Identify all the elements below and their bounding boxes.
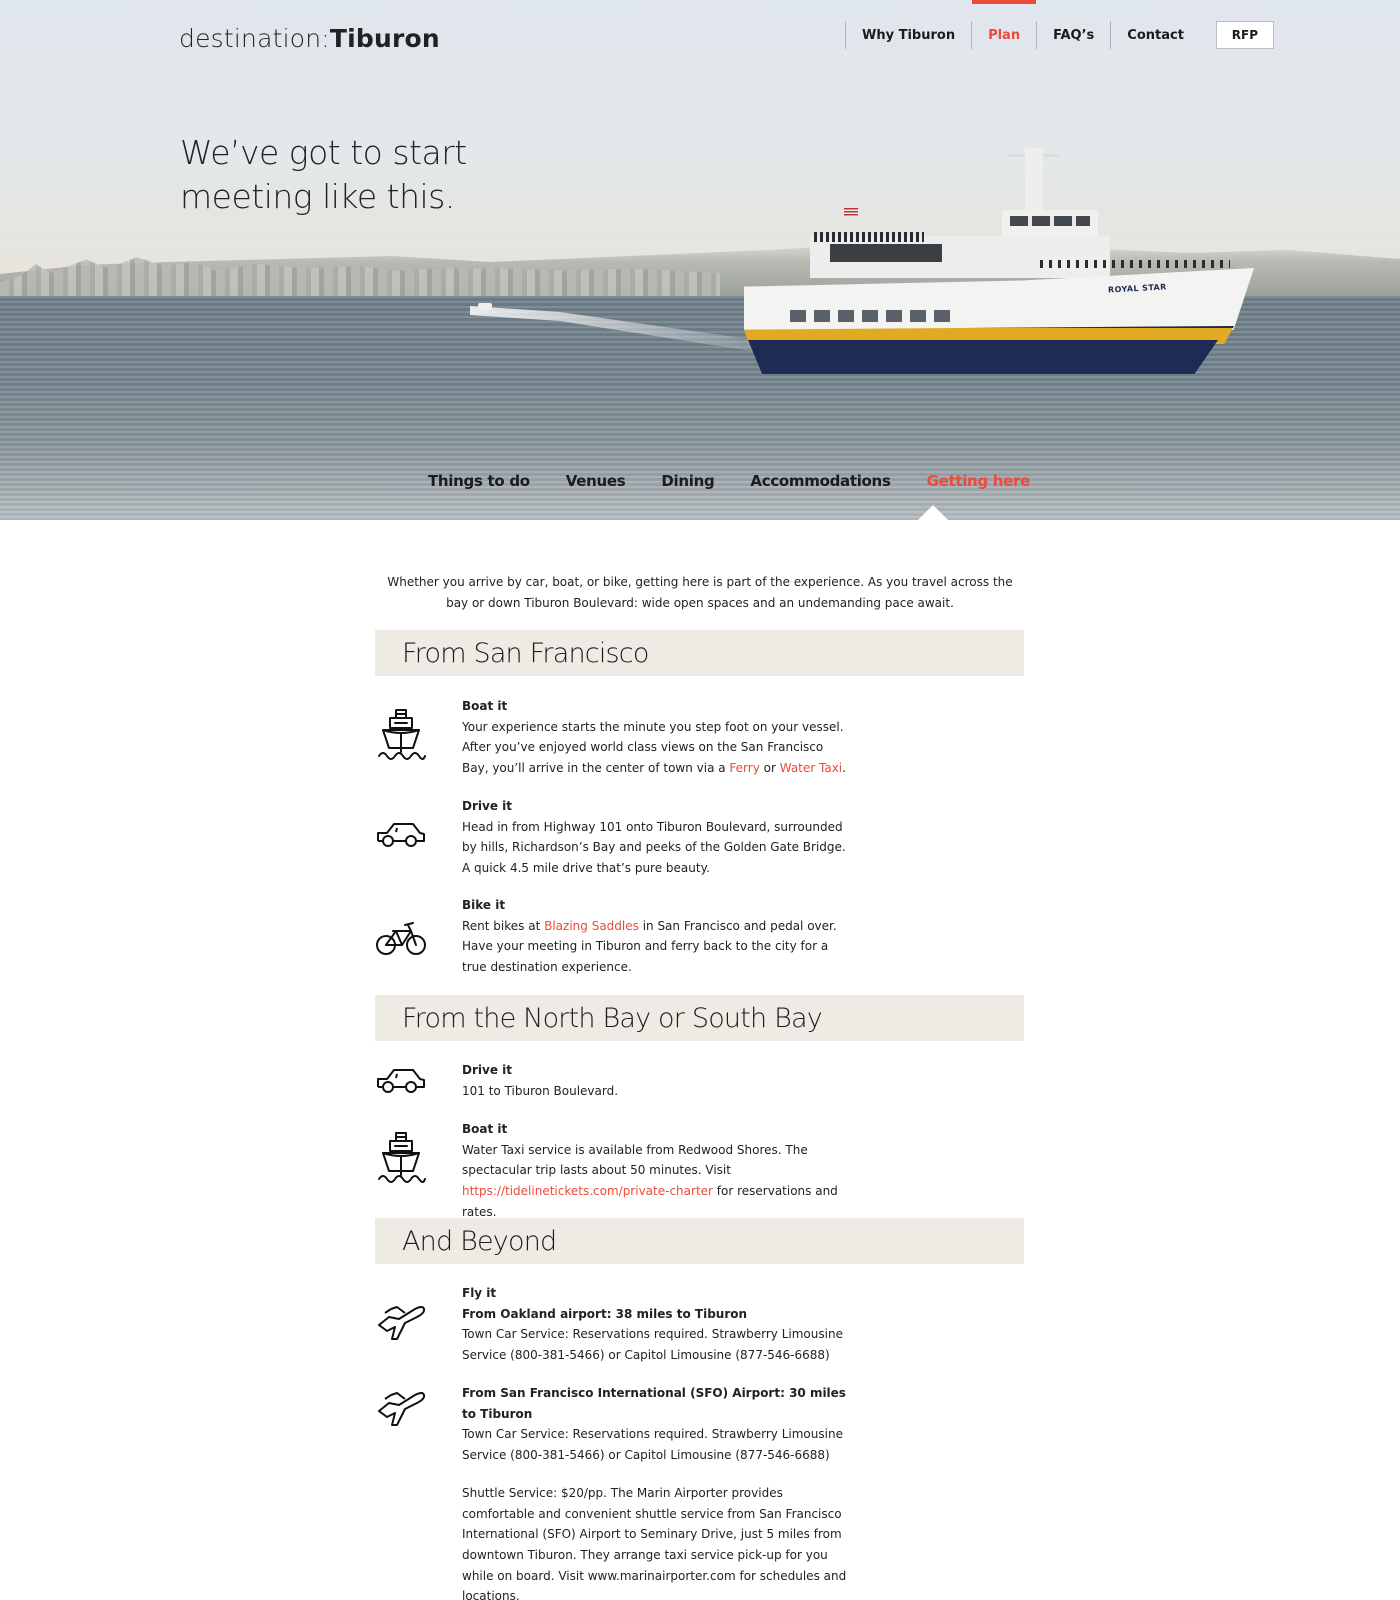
subnav-things-to-do[interactable]: Things to do (428, 472, 530, 490)
logo-prefix: destination: (179, 24, 330, 53)
entry-text: 101 to Tiburon Boulevard. (462, 1083, 619, 1098)
ferry-mast (1025, 148, 1043, 216)
section-title: And Beyond (402, 1226, 557, 1257)
nav-item-faqs[interactable]: FAQ’s (1037, 0, 1110, 70)
top-navigation: Why Tiburon Plan FAQ’s Contact RFP (845, 0, 1274, 70)
airplane-icon (375, 1291, 427, 1347)
tideline-link[interactable]: https://tidelinetickets.com/private-char… (462, 1184, 713, 1198)
entry-subtitle: From Oakland airport: 38 miles to Tiburo… (462, 1306, 748, 1321)
intro-text: Whether you arrive by car, boat, or bike… (387, 575, 1013, 610)
subnav-venues[interactable]: Venues (566, 472, 626, 490)
entry-text: Water Taxi service is available from Red… (462, 1142, 808, 1178)
section-title: From San Francisco (402, 638, 649, 669)
site-logo[interactable]: destination:Tiburon (179, 24, 440, 53)
subnav-getting-here[interactable]: Getting here (927, 472, 1031, 490)
ferry-passengers (814, 232, 924, 242)
entry-title: Bike it (462, 898, 506, 912)
entry-title: Drive it (462, 799, 512, 813)
tagline-line-1: We’ve got to start (180, 133, 467, 172)
entry-title: Boat it (462, 699, 508, 713)
ferry-windows (830, 244, 942, 262)
entry-text: Head in from Highway 101 onto Tiburon Bo… (462, 819, 846, 876)
subnav-dining[interactable]: Dining (661, 472, 714, 490)
ship-icon (375, 1131, 427, 1187)
section-title: From the North Bay or South Bay (402, 1003, 823, 1034)
airplane-icon (375, 1377, 427, 1433)
entry-text: Rent bikes at (462, 918, 545, 933)
ship-icon (375, 708, 427, 764)
ferry-link[interactable]: Ferry (729, 761, 759, 775)
section-heading-north-south-bay: From the North Bay or South Bay (375, 995, 1024, 1041)
hero-speedboat (478, 303, 492, 310)
hero-ferry-image: ROYAL STAR (740, 140, 1260, 390)
nav-item-why-tiburon[interactable]: Why Tiburon (846, 0, 971, 70)
entry-text: Town Car Service: Reservations required.… (462, 1327, 843, 1363)
tagline-line-2: meeting like this. (180, 177, 455, 216)
plan-subnav: Things to do Venues Dining Accommodation… (0, 455, 1400, 520)
water-taxi-link[interactable]: Water Taxi (780, 761, 842, 775)
rfp-button[interactable]: RFP (1215, 21, 1274, 49)
section-heading-and-beyond: And Beyond (375, 1218, 1024, 1264)
entry-title: Boat it (462, 1122, 508, 1136)
entry-subtitle: From San Francisco International (SFO) A… (462, 1386, 846, 1421)
nav-item-plan[interactable]: Plan (972, 0, 1037, 70)
active-tab-pointer (918, 505, 948, 520)
hero-banner: ROYAL STAR (0, 0, 1400, 520)
car-icon (375, 1052, 427, 1108)
logo-name: Tiburon (329, 24, 440, 53)
shuttle-text: Shuttle Service: $20/pp. The Marin Airpo… (462, 1485, 847, 1600)
ferry-blue-hull (748, 340, 1218, 374)
ferry-bridge-windows (1010, 216, 1090, 226)
entry-text: . (842, 761, 846, 776)
hero-tagline: We’ve got to start meeting like this. (180, 131, 467, 219)
car-icon (375, 806, 427, 862)
entry-title: Fly it (462, 1286, 497, 1300)
entry-text: Town Car Service: Reservations required.… (462, 1427, 843, 1463)
entry-text: or (759, 761, 780, 776)
section-heading-san-francisco: From San Francisco (375, 630, 1024, 676)
bicycle-icon (375, 909, 427, 965)
entry-title: Drive it (462, 1063, 512, 1077)
ferry-portholes (790, 310, 950, 322)
subnav-accommodations[interactable]: Accommodations (750, 472, 890, 490)
blazing-saddles-link[interactable]: Blazing Saddles (544, 919, 639, 933)
ferry-flag (844, 208, 858, 216)
nav-item-contact[interactable]: Contact (1111, 0, 1200, 70)
ferry-passengers-bow (1040, 260, 1230, 268)
